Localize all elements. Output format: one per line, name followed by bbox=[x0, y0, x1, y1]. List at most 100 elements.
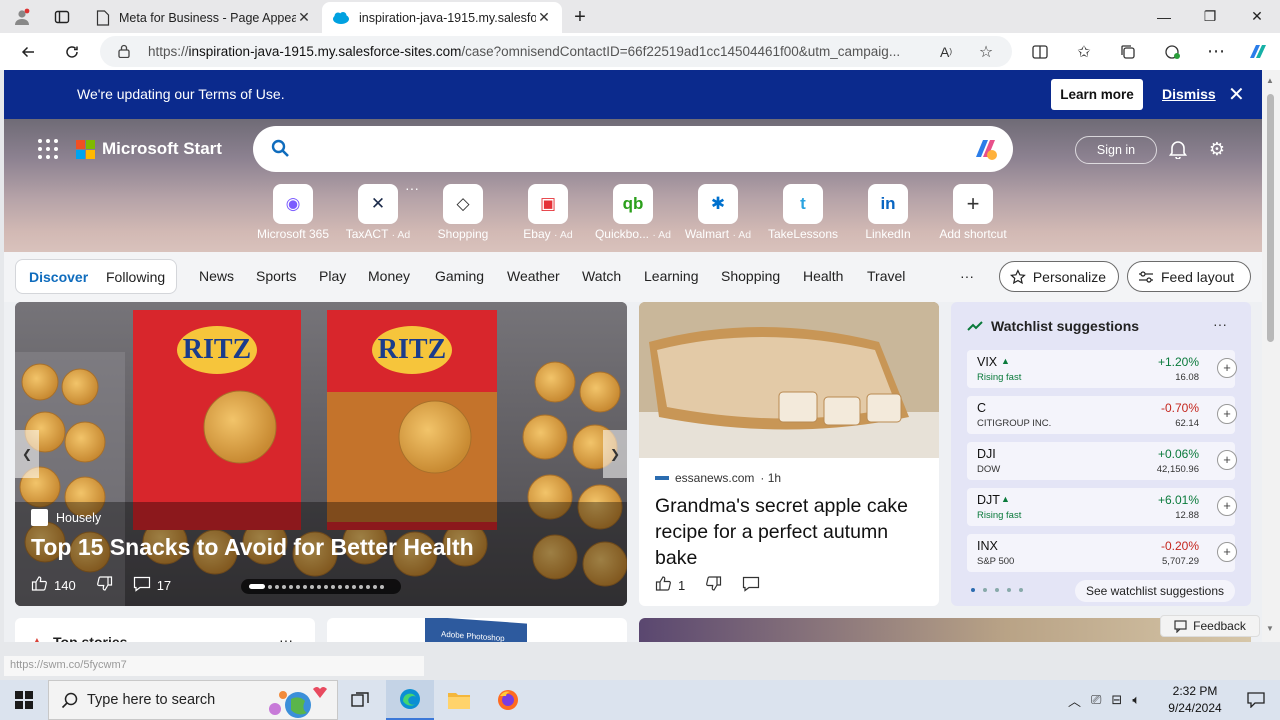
carousel-dot[interactable] bbox=[345, 584, 349, 589]
nav-sports[interactable]: Sports bbox=[256, 268, 296, 284]
nav-more-icon[interactable]: ··· bbox=[960, 268, 974, 284]
nav-travel[interactable]: Travel bbox=[867, 268, 905, 284]
add-to-watchlist-button[interactable]: + bbox=[1217, 358, 1237, 378]
shortcut-microsoft-365[interactable]: ◉ Microsoft 365 bbox=[250, 184, 336, 241]
carousel-dot[interactable] bbox=[366, 584, 370, 589]
search-input[interactable] bbox=[299, 134, 959, 164]
tab-following[interactable]: Following bbox=[106, 269, 165, 285]
nav-money[interactable]: Money bbox=[368, 268, 410, 284]
carousel-pagination[interactable] bbox=[241, 579, 401, 594]
favorites-icon[interactable]: ✩ bbox=[1066, 33, 1102, 70]
sign-in-button[interactable]: Sign in bbox=[1075, 136, 1157, 164]
carousel-dot[interactable] bbox=[352, 584, 356, 589]
settings-more-icon[interactable]: ⋯ bbox=[1198, 33, 1234, 70]
shortcut-taxact[interactable]: ✕ TaxACT · Ad ··· bbox=[335, 180, 421, 241]
network-icon[interactable]: ⊟ bbox=[1111, 692, 1122, 708]
collections-icon[interactable] bbox=[1110, 33, 1146, 70]
task-view-icon[interactable] bbox=[336, 680, 384, 720]
comment-icon[interactable] bbox=[742, 576, 760, 595]
taskbar-clock[interactable]: 2:32 PM 9/24/2024 bbox=[1164, 683, 1226, 717]
nav-weather[interactable]: Weather bbox=[507, 268, 560, 284]
dismiss-link[interactable]: Dismiss bbox=[1162, 86, 1216, 102]
more-options-icon[interactable]: ··· bbox=[405, 180, 419, 196]
settings-gear-icon[interactable]: ⚙ bbox=[1204, 136, 1230, 162]
carousel-dot[interactable] bbox=[324, 584, 328, 589]
tab-actions-icon[interactable] bbox=[48, 5, 76, 29]
shortcut-quickbooks[interactable]: qb Quickbo... · Ad bbox=[590, 184, 676, 241]
notifications-icon[interactable] bbox=[1232, 680, 1280, 720]
app-launcher-icon[interactable] bbox=[38, 139, 58, 159]
like-icon[interactable] bbox=[31, 575, 48, 595]
carousel-dot[interactable] bbox=[317, 584, 321, 589]
search-icon[interactable] bbox=[271, 139, 290, 161]
add-to-watchlist-button[interactable]: + bbox=[1217, 542, 1237, 562]
carousel-dot[interactable] bbox=[282, 584, 286, 589]
add-to-watchlist-button[interactable]: + bbox=[1217, 404, 1237, 424]
shortcut-linkedin[interactable]: in LinkedIn bbox=[845, 184, 931, 241]
ad-card[interactable]: Adobe Photoshop bbox=[327, 618, 627, 642]
shortcut-add[interactable]: + Add shortcut bbox=[930, 184, 1016, 241]
carousel-dot[interactable] bbox=[338, 584, 342, 589]
brand-title[interactable]: Microsoft Start bbox=[102, 139, 222, 159]
feedback-button[interactable]: Feedback bbox=[1160, 615, 1260, 637]
read-aloud-icon[interactable]: A) bbox=[928, 33, 964, 70]
edge-browser-icon[interactable] bbox=[386, 680, 434, 720]
carousel-next-button[interactable]: ❯ bbox=[603, 430, 627, 478]
carousel-dot[interactable] bbox=[331, 584, 335, 589]
refresh-icon[interactable] bbox=[54, 33, 90, 70]
nav-health[interactable]: Health bbox=[803, 268, 843, 284]
featured-story-carousel[interactable]: RITZ RITZ ❮ ❯ Housely Top 15 Snacks to A… bbox=[15, 302, 627, 606]
carousel-dot[interactable] bbox=[373, 584, 377, 589]
see-watchlist-suggestions-button[interactable]: See watchlist suggestions bbox=[1075, 580, 1235, 602]
tab-discover[interactable]: Discover bbox=[29, 269, 88, 285]
carousel-dot[interactable] bbox=[289, 584, 293, 589]
watchlist-row[interactable]: INX S&P 500 -0.20% 5,707.29 + bbox=[967, 534, 1237, 572]
copilot-search-icon[interactable] bbox=[971, 134, 1001, 167]
dislike-icon[interactable] bbox=[705, 575, 722, 595]
page-scrollbar[interactable]: ▲ ▼ bbox=[1262, 70, 1280, 642]
carousel-dot[interactable] bbox=[359, 584, 363, 589]
show-hidden-icons-icon[interactable]: ︿ bbox=[1068, 691, 1081, 710]
nav-learning[interactable]: Learning bbox=[644, 268, 699, 284]
news-card[interactable]: essanews.com · 1h Grandma's secret apple… bbox=[639, 302, 939, 606]
top-stories-card[interactable]: ▲ Top stories ··· bbox=[15, 618, 315, 642]
restore-icon[interactable]: ❐ bbox=[1187, 0, 1233, 33]
carousel-dot[interactable] bbox=[303, 584, 307, 589]
watchlist-pagination[interactable] bbox=[971, 588, 1023, 592]
url-bar[interactable]: https://inspiration-java-1915.my.salesfo… bbox=[100, 36, 1012, 67]
tab-meta-business[interactable]: Meta for Business - Page Appeal ✕ bbox=[86, 2, 322, 33]
more-options-icon[interactable]: ··· bbox=[1213, 316, 1227, 332]
personalize-button[interactable]: Personalize bbox=[999, 261, 1119, 292]
close-icon[interactable]: ✕ bbox=[1228, 82, 1245, 107]
scroll-up-icon[interactable]: ▲ bbox=[1266, 76, 1274, 85]
watchlist-row[interactable]: DJI DOW +0.06% 42,150.96 + bbox=[967, 442, 1237, 480]
close-window-icon[interactable]: ✕ bbox=[1234, 0, 1280, 33]
tab-salesforce[interactable]: inspiration-java-1915.my.salesfor ✕ bbox=[322, 2, 562, 33]
profile-icon[interactable] bbox=[8, 5, 36, 29]
scrollbar-thumb[interactable] bbox=[1267, 94, 1274, 342]
copilot-icon[interactable] bbox=[1240, 33, 1276, 70]
minimize-icon[interactable]: — bbox=[1141, 0, 1187, 33]
nav-play[interactable]: Play bbox=[319, 268, 346, 284]
meet-now-icon[interactable]: ⎚ bbox=[1091, 692, 1101, 708]
shortcut-takelessons[interactable]: t TakeLessons bbox=[760, 184, 846, 241]
like-icon[interactable] bbox=[655, 575, 672, 595]
shortcut-shopping[interactable]: ◇ Shopping bbox=[420, 184, 506, 241]
close-tab-icon[interactable]: ✕ bbox=[536, 9, 552, 26]
scroll-down-icon[interactable]: ▼ bbox=[1266, 624, 1274, 633]
taskbar-search-box[interactable]: Type here to search bbox=[48, 680, 338, 720]
close-tab-icon[interactable]: ✕ bbox=[296, 9, 312, 26]
nav-gaming[interactable]: Gaming bbox=[435, 268, 484, 284]
carousel-dot[interactable] bbox=[296, 584, 300, 589]
add-to-watchlist-button[interactable]: + bbox=[1217, 450, 1237, 470]
nav-watch[interactable]: Watch bbox=[582, 268, 621, 284]
file-explorer-icon[interactable] bbox=[435, 680, 483, 720]
news-title[interactable]: Grandma's secret apple cake recipe for a… bbox=[655, 493, 925, 571]
shortcut-walmart[interactable]: ✱ Walmart · Ad bbox=[675, 184, 761, 241]
nav-shopping[interactable]: Shopping bbox=[721, 268, 780, 284]
watchlist-row[interactable]: VIX ▲ Rising fast +1.20% 16.08 + bbox=[967, 350, 1237, 388]
new-tab-icon[interactable]: + bbox=[566, 4, 594, 30]
watchlist-row[interactable]: DJT ▲ Rising fast +6.01% 12.88 + bbox=[967, 488, 1237, 526]
dislike-icon[interactable] bbox=[96, 575, 113, 595]
notifications-bell-icon[interactable] bbox=[1165, 136, 1191, 162]
